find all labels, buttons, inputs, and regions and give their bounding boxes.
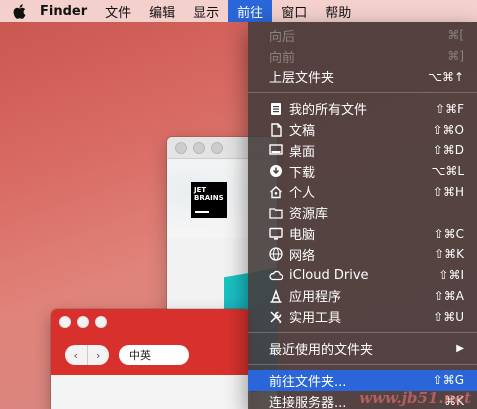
menu-item-label: 资源库 [289,207,329,223]
menu-item-label: 网络 [289,248,316,264]
minimize-button[interactable] [193,141,205,154]
library-icon [269,206,283,220]
jetbrains-logo-line1: JET [194,186,207,194]
menu-item-label: 实用工具 [289,311,342,327]
menu-item-label: 前往文件夹... [269,374,347,390]
menu-item-utilities[interactable]: 实用工具 ⇧⌘U [248,306,477,327]
menu-item-shortcut: ⇧⌘H [432,184,464,199]
menu-item-label: 上层文件夹 [269,71,335,87]
menu-item-icloud-drive[interactable]: iCloud Drive ⇧⌘I [248,265,477,286]
menu-item-label: 个人 [289,186,316,202]
menu-item-shortcut: ⇧⌘K [434,247,464,262]
forward-button[interactable]: › [86,345,110,365]
menu-item-connect-server[interactable]: 连接服务器... ⌘K [248,391,477,409]
jetbrains-logo-line2: BRAINS [194,194,224,202]
menu-item-label: 文稿 [289,124,316,140]
applications-icon [269,288,283,303]
menu-item-shortcut: ⇧⌘A [433,288,464,303]
utilities-icon [269,310,283,324]
back-button[interactable]: ‹ [65,345,87,365]
menu-separator [248,92,477,94]
red-window-toolbar: ‹ › 中英 [51,335,251,375]
menu-item-label: 桌面 [289,144,316,160]
network-icon [269,247,283,262]
menu-item-shortcut: ⌘K [444,394,464,409]
red-app-window: ‹ › 中英 [51,309,251,409]
all-files-icon [269,102,283,116]
desktop-icon [269,143,283,157]
menu-item-label: 向后 [269,29,296,45]
menu-item-shortcut: ⇧⌘D [432,143,464,158]
menu-separator [248,363,477,365]
home-icon [269,185,283,199]
downloads-icon [269,164,283,178]
menu-item-shortcut: ⇧⌘I [438,268,464,283]
menu-item-shortcut: ⇧⌘U [433,309,464,324]
menu-item-label: 最近使用的文件夹 [269,343,374,359]
apple-icon[interactable] [0,0,38,22]
menu-item-shortcut: ⌘[ [447,28,464,43]
menu-help[interactable]: 帮助 [316,0,360,22]
menu-item-label: 向前 [269,50,296,66]
menu-item-label: 应用程序 [289,290,342,306]
menu-item-home[interactable]: 个人 ⇧⌘H [248,182,477,203]
menu-item-desktop[interactable]: 桌面 ⇧⌘D [248,140,477,161]
menu-item-go-to-folder[interactable]: 前往文件夹... ⇧⌘G [248,369,477,391]
menu-item-enclosing-folder[interactable]: 上层文件夹 ⌥⌘↑ [248,67,477,88]
menu-edit[interactable]: 编辑 [140,0,184,22]
menu-item-label: 连接服务器... [269,395,347,409]
menu-item-network[interactable]: 网络 ⇧⌘K [248,244,477,265]
menu-item-applications[interactable]: 应用程序 ⇧⌘A [248,286,477,307]
go-menu-dropdown: 向后 ⌘[ 向前 ⌘] 上层文件夹 ⌥⌘↑ 我的所有文件 ⇧⌘F 文稿 ⇧⌘O … [248,22,477,409]
minimize-button[interactable] [77,316,89,328]
red-window-titlebar [51,309,251,335]
computer-icon [269,227,283,241]
nav-buttons: ‹ › [65,345,109,365]
menu-item-downloads[interactable]: 下载 ⌥⌘L [248,161,477,182]
menu-window[interactable]: 窗口 [272,0,316,22]
menu-finder[interactable]: Finder [38,0,96,22]
menu-item-shortcut: ⌥⌘↑ [428,69,464,84]
documents-icon [269,122,283,137]
language-selector[interactable]: 中英 [119,345,189,365]
menu-item-label: 我的所有文件 [289,103,368,119]
icloud-icon [269,268,283,282]
zoom-button[interactable] [211,141,223,154]
menu-item-shortcut: ⇧⌘G [432,373,464,388]
menu-item-shortcut: ⌥⌘L [431,164,464,179]
menu-item-shortcut: ⌘] [447,49,464,64]
menu-go[interactable]: 前往 [228,0,273,22]
menu-item-label: iCloud Drive [289,267,369,283]
close-button[interactable] [175,141,187,154]
menu-item-documents[interactable]: 文稿 ⇧⌘O [248,119,477,140]
close-button[interactable] [59,316,71,328]
menu-item-shortcut: ⇧⌘O [432,122,465,137]
menu-view[interactable]: 显示 [184,0,228,22]
menu-bar: Finder 文件 编辑 显示 前往 窗口 帮助 [0,0,477,22]
menu-item-computer[interactable]: 电脑 ⇧⌘C [248,223,477,244]
menu-item-library[interactable]: 资源库 [248,202,477,223]
menu-item-shortcut: ⇧⌘F [435,101,464,116]
menu-file[interactable]: 文件 [96,0,140,22]
menu-item-forward[interactable]: 向前 ⌘] [248,46,477,67]
menu-item-back[interactable]: 向后 ⌘[ [248,25,477,46]
menu-item-recent-folders[interactable]: 最近使用的文件夹 ▶ [248,338,477,359]
menu-item-label: 下载 [289,165,316,181]
menu-item-label: 电脑 [289,228,316,244]
menu-separator [248,332,477,334]
jetbrains-logo: JET BRAINS [191,182,227,218]
zoom-button[interactable] [95,316,107,328]
menu-item-shortcut: ⇧⌘C [433,226,464,241]
menu-item-all-files[interactable]: 我的所有文件 ⇧⌘F [248,98,477,119]
submenu-arrow-icon: ▶ [456,343,464,355]
